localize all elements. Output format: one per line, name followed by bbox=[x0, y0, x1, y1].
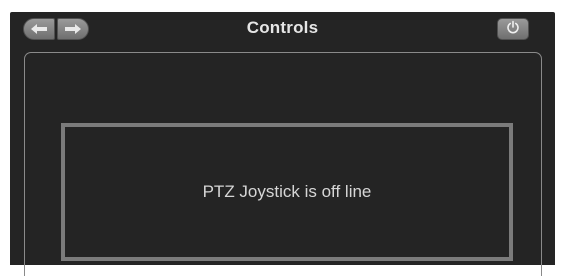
ptz-joystick-area: PTZ Joystick is off line bbox=[61, 123, 513, 261]
controls-panel: PTZ Joystick is off line bbox=[24, 52, 542, 276]
power-button[interactable] bbox=[497, 18, 529, 40]
window-title: Controls bbox=[246, 18, 319, 37]
controls-window: Controls PTZ Joystick is off line bbox=[10, 12, 555, 276]
power-icon bbox=[506, 20, 520, 39]
ptz-status-text: PTZ Joystick is off line bbox=[202, 182, 372, 201]
title-bar: Controls bbox=[10, 12, 555, 46]
